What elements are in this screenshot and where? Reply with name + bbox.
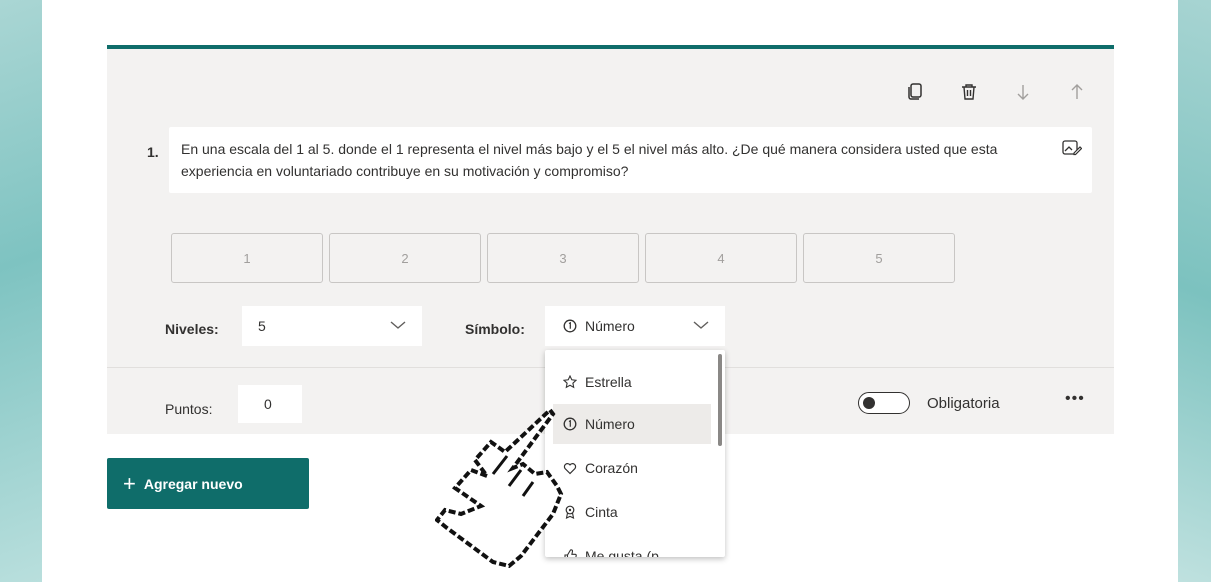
rating-option: 3: [487, 233, 639, 283]
move-up-button[interactable]: [1062, 80, 1092, 104]
question-toolbar: [900, 80, 1092, 104]
symbol-option-label: Número: [585, 416, 635, 432]
points-input[interactable]: 0: [238, 385, 302, 423]
question-number: 1.: [147, 144, 159, 160]
required-toggle[interactable]: [858, 392, 910, 414]
star-icon: [563, 375, 577, 389]
levels-select[interactable]: 5: [242, 306, 422, 346]
dropdown-scrollbar[interactable]: [718, 354, 722, 446]
toggle-knob: [863, 397, 875, 409]
ribbon-icon: [565, 505, 575, 519]
arrow-up-icon: [1071, 84, 1083, 99]
more-options-button[interactable]: •••: [1065, 390, 1085, 408]
symbol-option-label: Me gusta (p: [585, 548, 659, 557]
copy-icon: [908, 83, 922, 100]
edit-media-button[interactable]: [1062, 139, 1083, 163]
symbol-option-heart[interactable]: Corazón: [553, 448, 711, 488]
image-edit-icon: [1062, 140, 1083, 156]
rating-option: 2: [329, 233, 481, 283]
plus-icon: +: [123, 470, 136, 496]
chevron-down-icon: [693, 321, 709, 329]
right-decorative-band: [1178, 0, 1211, 582]
number-icon: [563, 417, 577, 431]
symbol-option-number[interactable]: Número: [553, 404, 711, 444]
symbol-dropdown-menu: Estrella Número Corazón Cinta Me gusta (…: [545, 350, 725, 557]
symbol-value: Número: [585, 318, 635, 334]
symbol-option-label: Cinta: [585, 504, 618, 520]
points-label: Puntos:: [165, 401, 213, 417]
add-new-button[interactable]: + Agregar nuevo: [107, 458, 309, 509]
heart-icon: [563, 463, 577, 475]
delete-button[interactable]: [954, 80, 984, 104]
symbol-option-star[interactable]: Estrella: [553, 362, 711, 402]
required-label: Obligatoria: [927, 395, 1000, 412]
symbol-option-label: Estrella: [585, 374, 632, 390]
levels-value: 5: [258, 318, 266, 334]
symbol-option-thumbs-up[interactable]: Me gusta (p: [553, 536, 711, 557]
arrow-down-icon: [1017, 85, 1029, 100]
add-new-label: Agregar nuevo: [143, 475, 243, 492]
trash-icon: [962, 84, 976, 100]
rating-option: 4: [645, 233, 797, 283]
rating-preview: 1 2 3 4 5: [171, 233, 955, 283]
levels-label: Niveles:: [165, 321, 219, 337]
symbol-label: Símbolo:: [465, 321, 525, 337]
move-down-button[interactable]: [1008, 80, 1038, 104]
number-icon: [563, 319, 577, 333]
thumbs-up-icon: [564, 549, 577, 557]
chevron-down-icon: [390, 321, 406, 329]
symbol-option-ribbon[interactable]: Cinta: [553, 492, 711, 532]
symbol-select[interactable]: Número: [545, 306, 725, 346]
question-text: En una escala del 1 al 5. donde el 1 rep…: [181, 141, 998, 179]
copy-button[interactable]: [900, 80, 930, 104]
rating-option: 5: [803, 233, 955, 283]
rating-option: 1: [171, 233, 323, 283]
question-text-field[interactable]: En una escala del 1 al 5. donde el 1 rep…: [169, 127, 1092, 193]
left-decorative-band: [0, 0, 42, 582]
symbol-option-label: Corazón: [585, 460, 638, 476]
